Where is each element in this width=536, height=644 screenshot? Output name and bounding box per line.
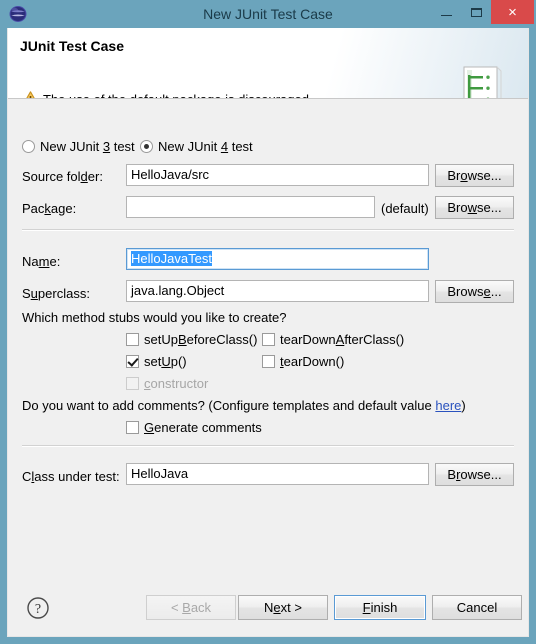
separator-2 <box>22 445 514 447</box>
checkbox-label-teardown: tearDown() <box>280 354 345 369</box>
radio-label-junit3: New JUnit 3 test <box>40 139 135 154</box>
checkbox-indicator-generate-comments <box>126 421 139 434</box>
package-browse-button[interactable]: Browse... <box>435 196 514 219</box>
checkbox-generate-comments[interactable]: Generate comments <box>126 420 262 435</box>
new-junit-test-case-window: New JUnit Test Case × JUnit Test Case Th… <box>0 0 536 644</box>
checkbox-label-teardownafterclass: tearDownAfterClass() <box>280 332 405 347</box>
checkbox-indicator-teardown <box>262 355 275 368</box>
svg-text:?: ? <box>35 602 41 617</box>
checkbox-teardown[interactable]: tearDown() <box>262 354 344 369</box>
checkbox-label-setupbeforeclass: setUpBeforeClass() <box>144 332 258 347</box>
comments-question: Do you want to add comments? (Configure … <box>22 398 466 413</box>
dialog-content: New JUnit 3 test New JUnit 4 test Source… <box>8 99 528 566</box>
checkbox-indicator-setupbeforeclass <box>126 333 139 346</box>
dialog-body: JUnit Test Case The use of the default p… <box>7 28 529 637</box>
checkbox-constructor: constructor <box>126 376 208 391</box>
name-input[interactable]: HelloJavaTest <box>126 248 429 270</box>
page-title: JUnit Test Case <box>20 38 124 54</box>
warning-triangle-icon <box>22 91 39 98</box>
checkbox-label-generate-comments: Generate comments <box>144 420 262 435</box>
class-under-test-label: Class under test: <box>22 469 120 484</box>
separator-1 <box>22 229 514 231</box>
radio-indicator-junit4 <box>140 140 153 153</box>
radio-new-junit-3-test[interactable]: New JUnit 3 test <box>22 139 135 154</box>
checkbox-label-constructor: constructor <box>144 376 209 391</box>
configure-templates-link[interactable]: here <box>435 398 461 413</box>
maximize-icon <box>470 7 482 17</box>
package-label: Package: <box>22 201 77 216</box>
checkbox-setup[interactable]: setUp() <box>126 354 187 369</box>
source-folder-browse-button[interactable]: Browse... <box>435 164 514 187</box>
package-input[interactable] <box>126 196 375 218</box>
superclass-label: Superclass: <box>22 286 90 301</box>
checkbox-indicator-constructor <box>126 377 139 390</box>
radio-indicator-junit3 <box>22 140 35 153</box>
cancel-button[interactable]: Cancel <box>432 595 522 620</box>
radio-new-junit-4-test[interactable]: New JUnit 4 test <box>140 139 253 154</box>
minimize-icon <box>440 15 452 16</box>
checkbox-indicator-setup <box>126 355 139 368</box>
superclass-browse-button[interactable]: Browse... <box>435 280 514 303</box>
finish-button[interactable]: Finish <box>334 595 426 620</box>
radio-label-junit4: New JUnit 4 test <box>158 139 253 154</box>
next-button[interactable]: Next > <box>238 595 328 620</box>
superclass-input[interactable]: java.lang.Object <box>126 280 429 302</box>
name-label: Name: <box>22 254 61 269</box>
maximize-button[interactable] <box>461 0 491 24</box>
class-under-test-browse-button[interactable]: Browse... <box>435 463 514 486</box>
back-button[interactable]: < Back <box>146 595 236 620</box>
help-question-icon[interactable]: ? <box>26 596 49 619</box>
source-folder-input[interactable]: HelloJava/src <box>126 164 429 186</box>
method-stubs-question: Which method stubs would you like to cre… <box>22 310 287 325</box>
close-button[interactable]: × <box>491 0 534 24</box>
close-icon: × <box>508 3 517 21</box>
header-message: The use of the default package is discou… <box>43 92 313 98</box>
dialog-footer: ? < Back Next > Finish Cancel <box>8 566 528 636</box>
checkbox-setupbeforeclass[interactable]: setUpBeforeClass() <box>126 332 257 347</box>
checkbox-teardownafterclass[interactable]: tearDownAfterClass() <box>262 332 404 347</box>
junit-test-case-icon <box>463 66 503 98</box>
package-default-suffix: (default) <box>381 201 429 216</box>
class-under-test-input[interactable]: HelloJava <box>126 463 429 485</box>
checkbox-indicator-teardownafterclass <box>262 333 275 346</box>
source-folder-label: Source folder: <box>22 169 103 184</box>
minimize-button[interactable] <box>431 0 461 24</box>
title-bar: New JUnit Test Case × <box>0 0 536 28</box>
dialog-header: JUnit Test Case The use of the default p… <box>8 28 528 99</box>
checkbox-label-setup: setUp() <box>144 354 187 369</box>
